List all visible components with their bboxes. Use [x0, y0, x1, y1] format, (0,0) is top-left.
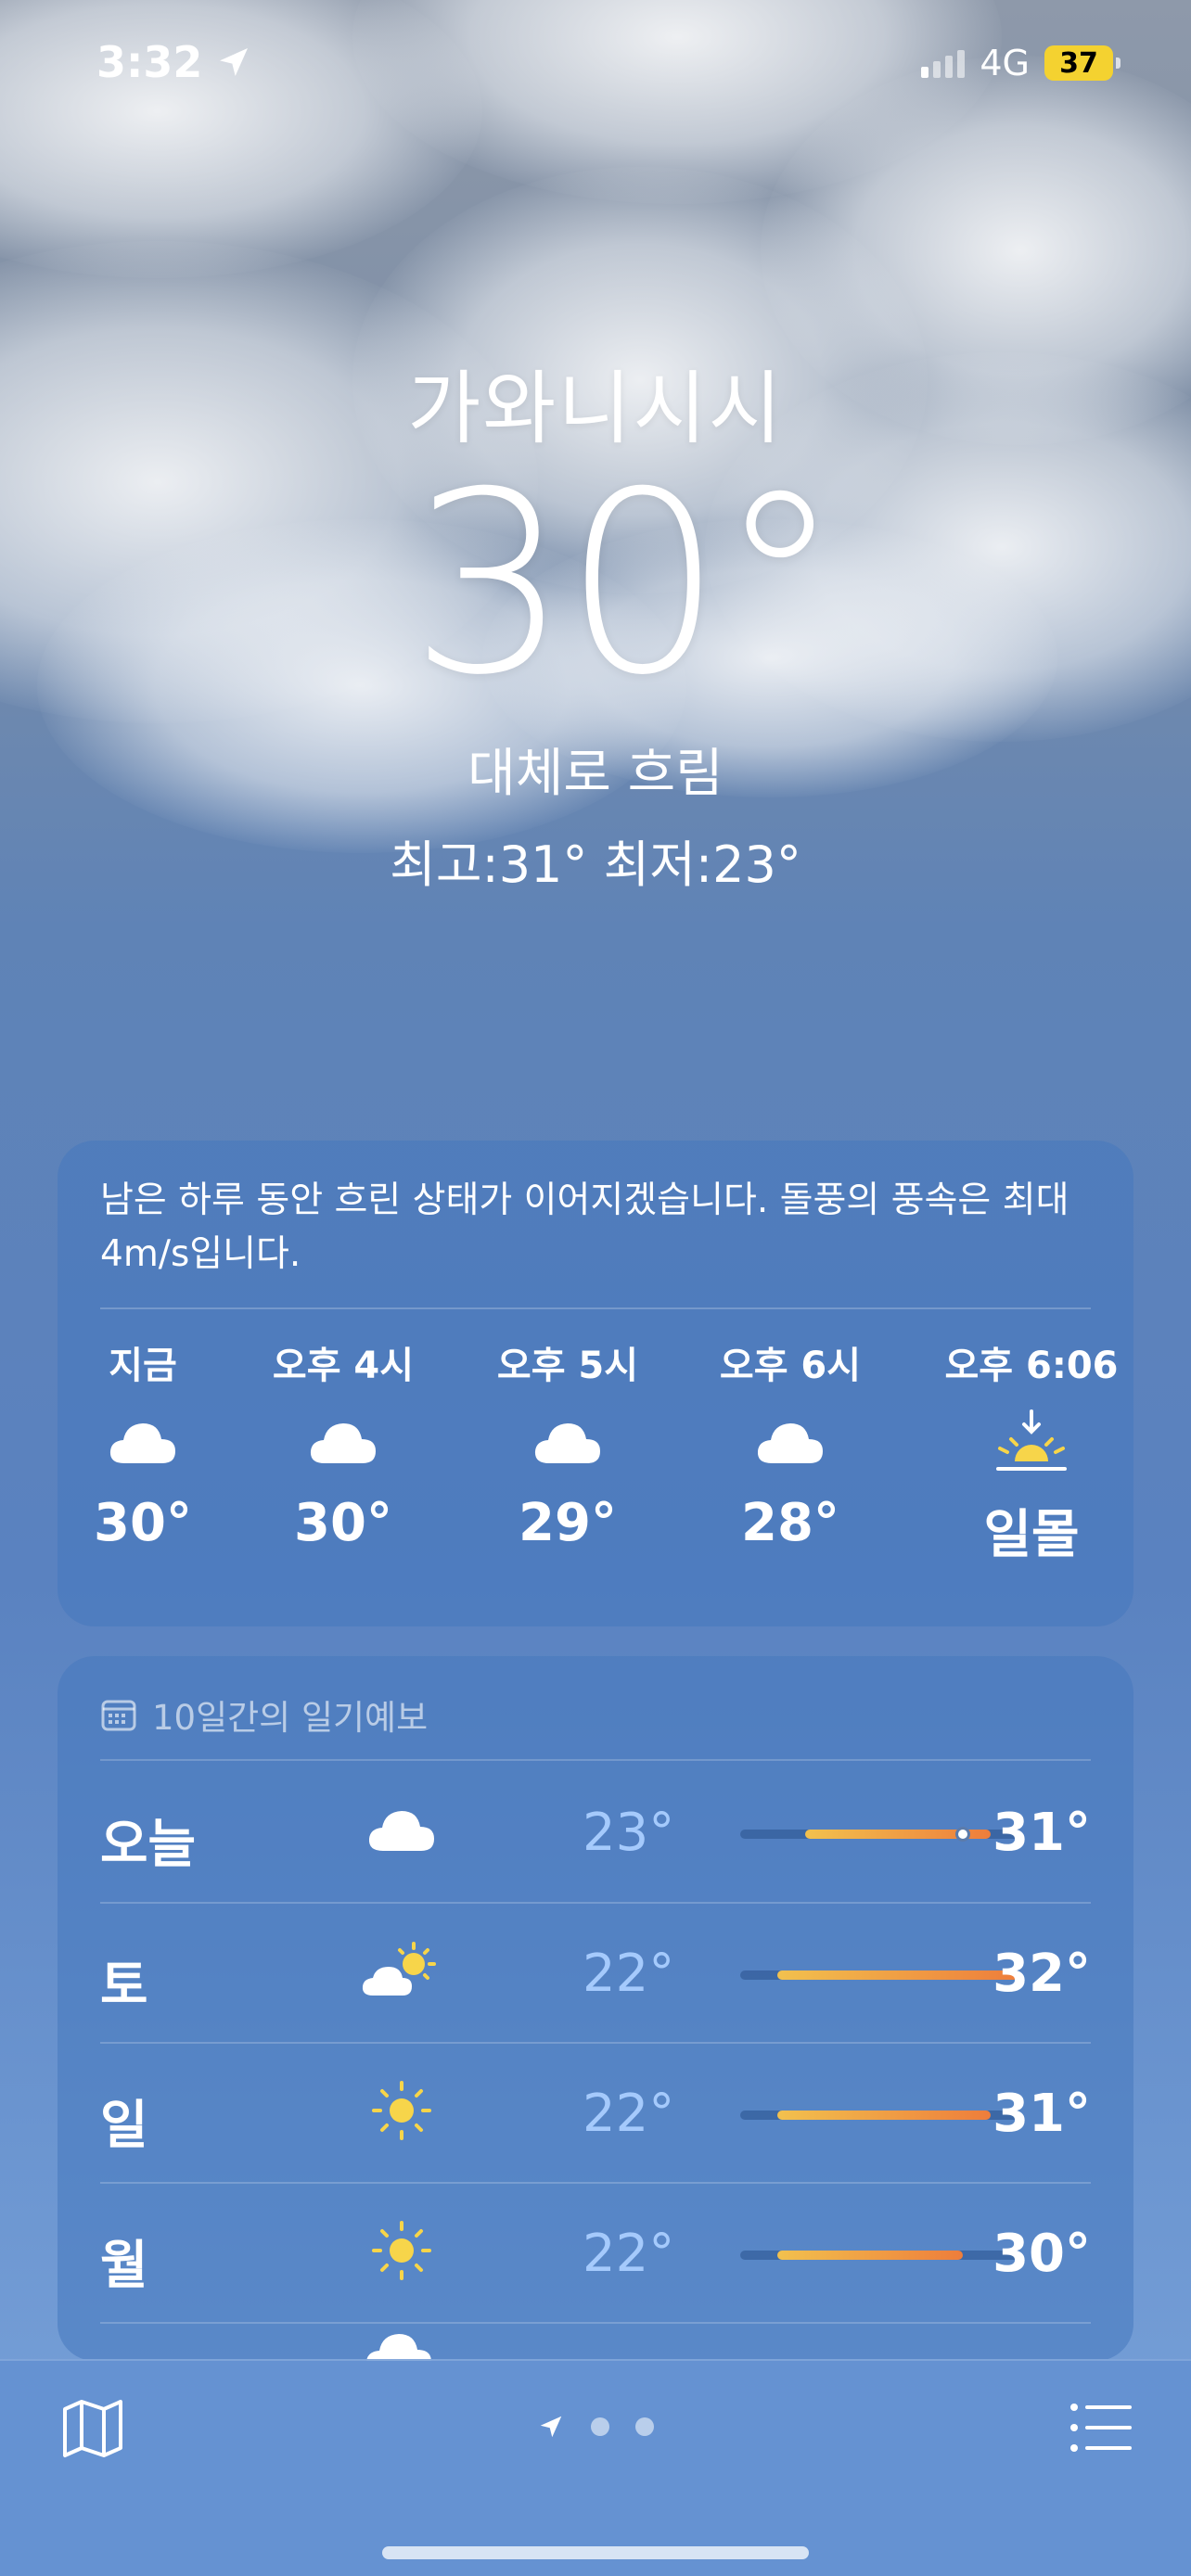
low-temperature: 23° — [583, 1803, 675, 1863]
hourly-forecast-card[interactable]: 남은 하루 동안 흐린 상태가 이어지겠습니다. 돌풍의 풍속은 최대 4m/s… — [58, 1141, 1133, 1626]
low-temperature: 22° — [583, 2224, 675, 2284]
hour-temperature: 30° — [294, 1493, 392, 1553]
status-time-text: 3:32 — [96, 37, 203, 87]
cloud-icon — [310, 1423, 376, 1463]
cloud-icon — [534, 1423, 600, 1463]
day-label: 월 — [100, 2236, 148, 2296]
temperature-range-fill — [777, 2111, 991, 2120]
temperature-range-bar — [740, 2111, 1018, 2120]
hourly-item: 오후 6시 28° — [698, 1335, 883, 1553]
hourly-item: 오후 4시 30° — [250, 1335, 436, 1553]
hourly-item: 지금 30° — [50, 1335, 236, 1553]
hour-label: 지금 — [109, 1345, 177, 1387]
battery-icon: 37 — [1044, 45, 1121, 81]
row-divider — [100, 2322, 1091, 2324]
page-dot[interactable] — [635, 2417, 654, 2436]
sun-icon — [372, 2081, 431, 2140]
calendar-icon — [101, 1700, 136, 1731]
hour-label: 오후 6:06 — [944, 1345, 1119, 1387]
page-dot[interactable] — [591, 2417, 609, 2436]
daily-row-mon[interactable]: 월 22° 30° — [100, 2183, 1091, 2323]
cloud-icon — [368, 1811, 434, 1851]
partly-cloudy-icon — [362, 1942, 436, 1996]
daily-row-today[interactable]: 오늘 23° 31° — [100, 1762, 1091, 1902]
day-label: 토 — [100, 1956, 148, 2016]
daily-forecast-header: 10일간의 일기예보 — [100, 1690, 428, 1740]
hour-label: 오후 4시 — [272, 1345, 415, 1387]
page-indicator[interactable] — [0, 2413, 1191, 2441]
high-temperature: 32° — [992, 1944, 1091, 2004]
row-divider — [100, 1759, 1091, 1761]
sunset-label: 일몰 — [983, 1505, 1080, 1565]
current-weather: 가와니시시 30° 대체로 흐림 최고:31° 최저:23° — [0, 343, 1191, 897]
high-low-temperature: 최고:31° 최저:23° — [390, 835, 801, 894]
network-type: 4G — [980, 43, 1030, 83]
hour-temperature: 28° — [741, 1493, 839, 1553]
home-indicator — [382, 2546, 809, 2559]
temperature-range-bar — [740, 1970, 1018, 1980]
sun-icon — [372, 2221, 431, 2280]
bottom-toolbar — [0, 2359, 1191, 2576]
cloud-icon — [757, 1423, 823, 1463]
high-temperature: 31° — [992, 1803, 1091, 1863]
low-temperature: 22° — [583, 2084, 675, 2144]
temperature-range-fill — [777, 1970, 1018, 1980]
current-temperature-marker — [955, 1827, 970, 1842]
city-list-button[interactable] — [1067, 2394, 1133, 2461]
current-temperature: 30° — [409, 438, 843, 730]
status-bar: 3:32 4G 37 — [0, 0, 1191, 130]
cloud-icon — [109, 1423, 175, 1463]
forecast-summary: 남은 하루 동안 흐린 상태가 이어지겠습니다. 돌풍의 풍속은 최대 4m/s… — [100, 1180, 1069, 1275]
current-condition: 대체로 흐림 — [467, 744, 724, 804]
temperature-range-bar — [740, 1827, 1018, 1842]
cloud-icon — [366, 2334, 431, 2361]
daily-forecast-title: 10일간의 일기예보 — [152, 1698, 429, 1738]
hourly-item: 오후 5시 29° — [475, 1335, 660, 1553]
high-temperature: 31° — [992, 2084, 1091, 2144]
status-time: 3:32 — [96, 37, 252, 87]
high-temperature: 30° — [992, 2224, 1091, 2284]
card-divider — [100, 1307, 1091, 1309]
daily-row-sun[interactable]: 일 22° 31° — [100, 2043, 1091, 2183]
temperature-range-bar — [740, 2251, 1018, 2260]
day-label: 오늘 — [100, 1815, 197, 1875]
hour-temperature: 29° — [519, 1493, 617, 1553]
hour-label: 오후 6시 — [719, 1345, 862, 1387]
low-temperature: 22° — [583, 1944, 675, 2004]
day-label: 일 — [100, 2096, 148, 2156]
sunset-icon — [996, 1409, 1067, 1471]
hourly-list[interactable]: 지금 30° 오후 4시 30° 오후 5시 29° 오후 6시 28° 오후 … — [58, 1335, 1133, 1613]
list-icon — [1070, 2404, 1132, 2452]
location-arrow-icon — [540, 2416, 562, 2438]
daily-row-sat[interactable]: 토 22° 32° — [100, 1903, 1091, 2043]
battery-level: 37 — [1059, 46, 1098, 80]
next-row-partial — [364, 2329, 434, 2361]
temperature-range-fill — [777, 2251, 963, 2260]
hourly-item: 오후 6:06 일몰 — [939, 1335, 1124, 1568]
hour-temperature: 30° — [94, 1493, 192, 1553]
daily-forecast-card[interactable]: 10일간의 일기예보 오늘 23° 31° 토 22° 32° 일 22° 31… — [58, 1656, 1133, 2361]
location-arrow-icon — [220, 48, 249, 76]
cellular-signal-icon — [921, 48, 966, 78]
hour-label: 오후 5시 — [496, 1345, 639, 1387]
